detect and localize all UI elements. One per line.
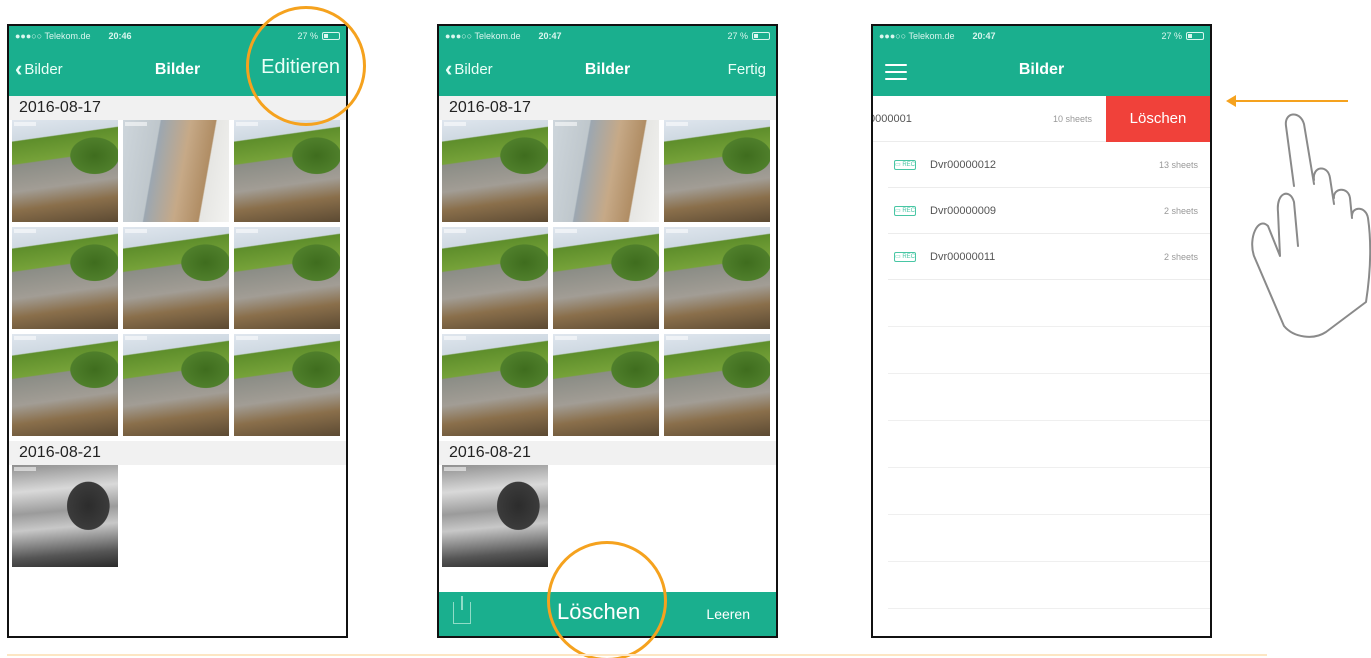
- thumbnail-grid: [439, 120, 776, 441]
- carrier-label: ●●●○○ Telekom.de: [15, 31, 91, 41]
- carrier-label: ●●●○○ Telekom.de: [445, 31, 521, 41]
- phone-screen-gallery: ●●●○○ Telekom.de 20:46 27 % ‹ Bilder Bil…: [7, 24, 348, 638]
- file-name: Dvr00000011: [930, 250, 996, 263]
- carrier-label: ●●●○○ Telekom.de: [879, 31, 955, 41]
- photo-thumbnail[interactable]: [553, 120, 659, 222]
- thumbnail-grid: [9, 465, 346, 572]
- status-bar: ●●●○○ Telekom.de 20:46 27 %: [9, 26, 346, 46]
- empty-row: [888, 468, 1210, 515]
- photo-thumbnail[interactable]: [664, 120, 770, 222]
- sheet-count: 2 sheets: [1163, 251, 1198, 262]
- photo-thumbnail[interactable]: [12, 227, 118, 329]
- status-right: 27 %: [1161, 31, 1204, 41]
- swipe-delete-button[interactable]: Löschen: [1106, 95, 1210, 142]
- status-bar: ●●●○○ Telekom.de 20:47 27 %: [873, 26, 1210, 46]
- back-label: Bilder: [454, 60, 493, 78]
- list-item-swiped[interactable]: 0000001 10 sheets Löschen: [871, 95, 1210, 142]
- section-date: 2016-08-21: [439, 441, 776, 465]
- battery-icon: [322, 32, 340, 40]
- photo-thumbnail[interactable]: [12, 334, 118, 436]
- empty-row: [888, 280, 1210, 327]
- battery-percent: 27 %: [727, 31, 748, 41]
- sheet-count: 10 sheets: [1052, 113, 1092, 124]
- swipe-hand-icon: [1251, 113, 1371, 338]
- battery-percent: 27 %: [297, 31, 318, 41]
- empty-row: [888, 374, 1210, 421]
- hamburger-icon[interactable]: [885, 64, 907, 80]
- done-button[interactable]: Fertig: [728, 61, 766, 78]
- battery-icon: [752, 32, 770, 40]
- swipe-left-arrow-icon: [1226, 95, 1348, 107]
- edit-button[interactable]: Editieren: [261, 56, 340, 79]
- photo-thumbnail[interactable]: [234, 334, 340, 436]
- status-right: 27 %: [727, 31, 770, 41]
- list-item[interactable]: ▭ REC Dvr00000012 13 sheets: [888, 142, 1210, 188]
- thumbnail-grid: [439, 465, 776, 572]
- back-button[interactable]: ‹ Bilder: [15, 56, 63, 81]
- navigation-bar: ‹ Bilder Bilder Editieren: [9, 46, 346, 96]
- phone-screen-file-list: ●●●○○ Telekom.de 20:47 27 % Bilder 00000…: [871, 24, 1212, 638]
- section-date: 2016-08-21: [9, 441, 346, 465]
- share-icon[interactable]: [453, 596, 471, 624]
- thumbnail-grid: [9, 120, 346, 441]
- photo-thumbnail[interactable]: [442, 334, 548, 436]
- section-date: 2016-08-17: [9, 96, 346, 120]
- file-icon: ▭ REC: [894, 159, 916, 170]
- photo-thumbnail[interactable]: [664, 227, 770, 329]
- photo-thumbnail[interactable]: [12, 465, 118, 567]
- status-right: 27 %: [297, 31, 340, 41]
- chevron-left-icon: ‹: [445, 56, 453, 81]
- file-name: 0000001: [871, 112, 912, 125]
- empty-row: [888, 515, 1210, 562]
- gallery-content: 2016-08-17 2016-08-21: [9, 96, 346, 636]
- photo-thumbnail[interactable]: [123, 120, 229, 222]
- file-name: Dvr00000009: [930, 204, 997, 217]
- empty-row: [888, 562, 1210, 609]
- photo-thumbnail[interactable]: [234, 120, 340, 222]
- phone-screen-edit-mode: ●●●○○ Telekom.de 20:47 27 % ‹ Bilder Bil…: [437, 24, 778, 638]
- list-item[interactable]: ▭ REC Dvr00000011 2 sheets: [888, 234, 1210, 280]
- photo-thumbnail[interactable]: [664, 334, 770, 436]
- list-item[interactable]: ▭ REC Dvr00000009 2 sheets: [888, 188, 1210, 234]
- back-label: Bilder: [24, 60, 63, 78]
- empty-row: [888, 327, 1210, 374]
- navigation-bar: Bilder: [873, 46, 1210, 96]
- empty-row: [888, 421, 1210, 468]
- page-title: Bilder: [1018, 61, 1065, 78]
- photo-thumbnail[interactable]: [234, 227, 340, 329]
- battery-percent: 27 %: [1161, 31, 1182, 41]
- clock: 20:46: [108, 31, 132, 41]
- delete-button[interactable]: Löschen: [557, 599, 640, 625]
- photo-thumbnail[interactable]: [553, 227, 659, 329]
- clock: 20:47: [972, 31, 996, 41]
- file-icon: ▭ REC: [894, 205, 916, 216]
- file-name: Dvr00000012: [930, 158, 997, 171]
- photo-thumbnail[interactable]: [442, 120, 548, 222]
- navigation-bar: ‹ Bilder Bilder Fertig: [439, 46, 776, 96]
- photo-thumbnail[interactable]: [12, 120, 118, 222]
- file-list: 0000001 10 sheets Löschen ▭ REC Dvr00000…: [871, 95, 1210, 636]
- sheet-count: 2 sheets: [1163, 205, 1198, 216]
- section-date: 2016-08-17: [439, 96, 776, 120]
- photo-thumbnail[interactable]: [123, 227, 229, 329]
- file-icon: ▭ REC: [894, 251, 916, 262]
- back-button[interactable]: ‹ Bilder: [445, 56, 493, 81]
- divider: [7, 654, 1267, 656]
- photo-thumbnail[interactable]: [442, 465, 548, 567]
- clear-button[interactable]: Leeren: [706, 606, 750, 622]
- edit-toolbar: Löschen Leeren: [439, 592, 776, 636]
- photo-thumbnail[interactable]: [123, 334, 229, 436]
- clock: 20:47: [538, 31, 562, 41]
- photo-thumbnail[interactable]: [442, 227, 548, 329]
- gallery-content: 2016-08-17 2016-08-21: [439, 96, 776, 636]
- sheet-count: 13 sheets: [1158, 159, 1198, 170]
- battery-icon: [1186, 32, 1204, 40]
- status-bar: ●●●○○ Telekom.de 20:47 27 %: [439, 26, 776, 46]
- chevron-left-icon: ‹: [15, 56, 23, 81]
- photo-thumbnail[interactable]: [553, 334, 659, 436]
